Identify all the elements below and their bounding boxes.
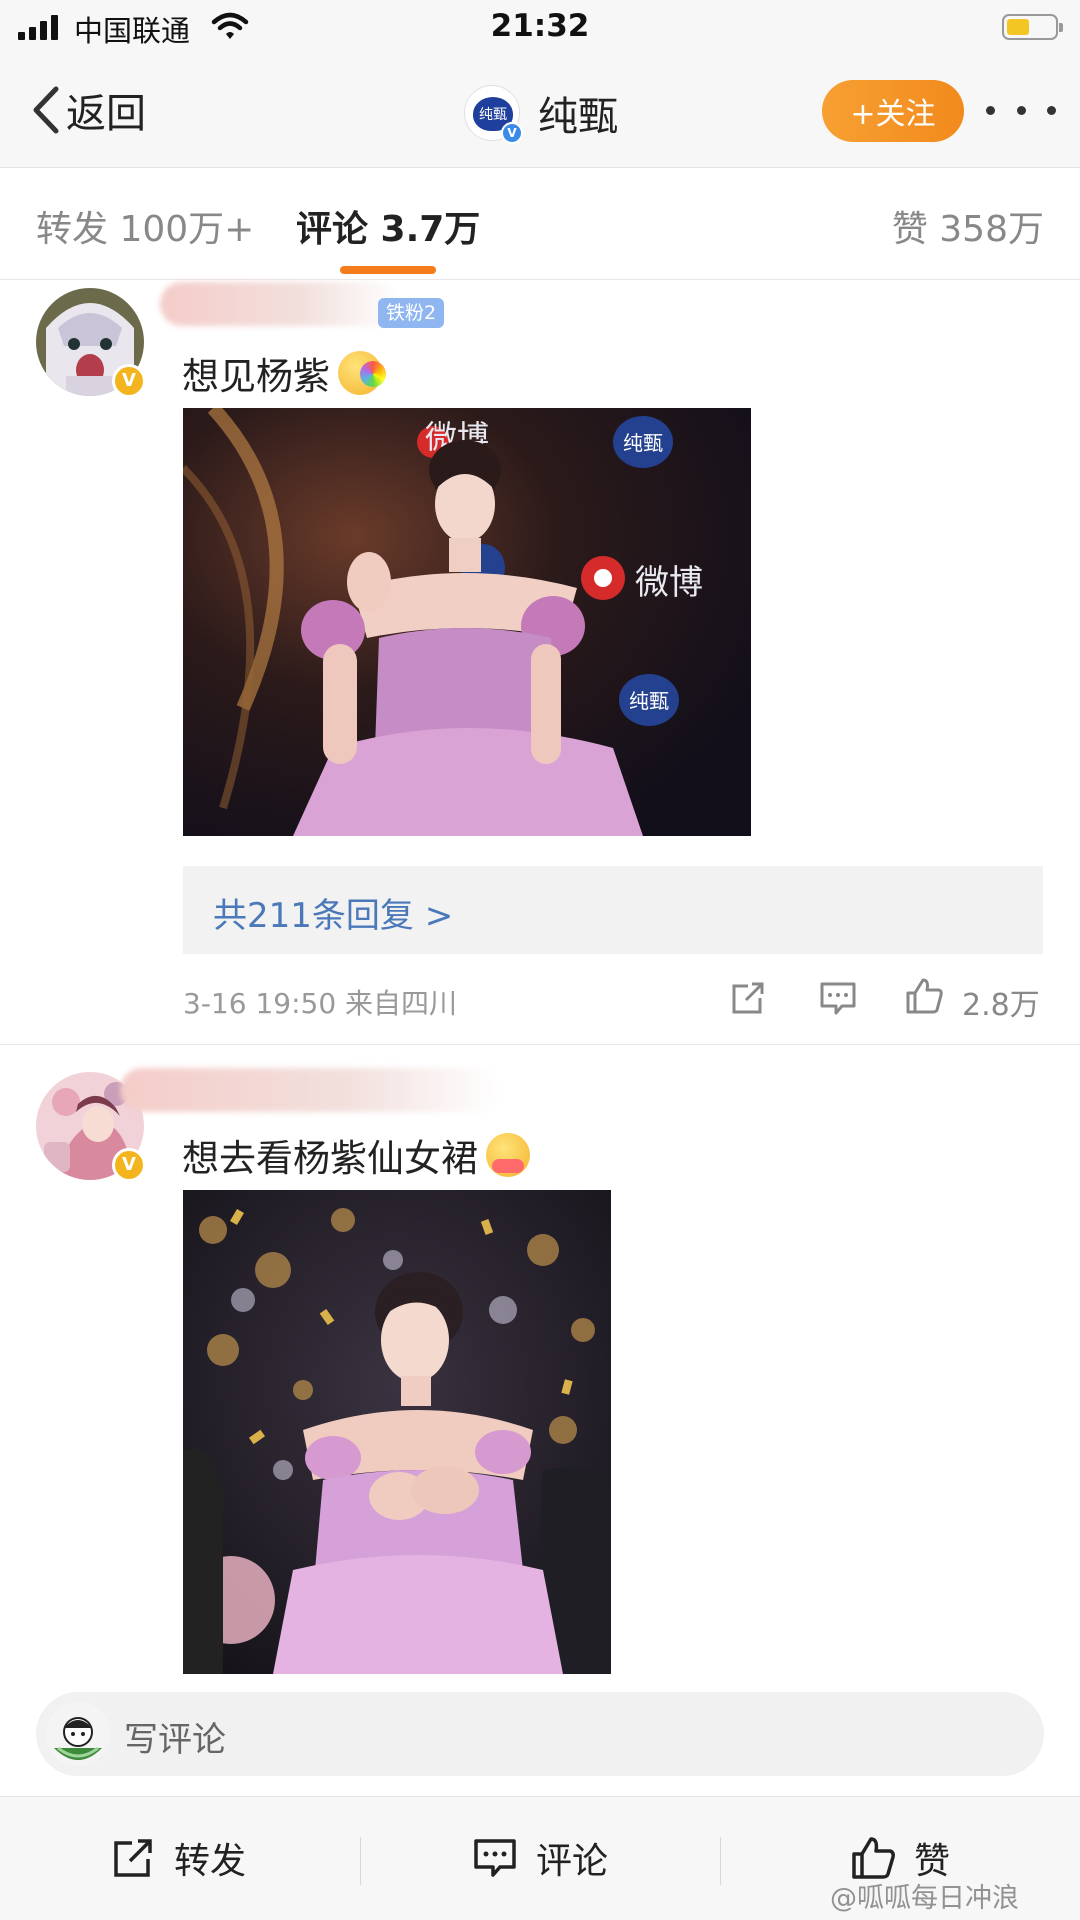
comment-text-content: 想见杨紫 <box>182 355 330 398</box>
write-comment-input[interactable]: 写评论 <box>36 1692 1044 1776</box>
comment-item: V 铁粉2 想见杨紫 微博 微博 纯甄 纯甄 共211条回复 > 3-16 19… <box>0 280 1080 1044</box>
chevron-left-icon <box>33 86 59 134</box>
toolbar-separator <box>360 1837 361 1885</box>
replies-count-label: 共211条回复 > <box>213 896 454 936</box>
verified-badge-icon: V <box>112 364 146 398</box>
verified-badge-icon: V <box>112 1148 146 1182</box>
active-tab-indicator <box>340 266 436 274</box>
tab-reposts[interactable]: 转发 100万+ <box>36 200 254 252</box>
share-icon <box>114 1839 152 1877</box>
verified-badge-icon: V <box>501 122 523 144</box>
account-avatar[interactable]: 纯甄 V <box>464 85 523 144</box>
like-count: 2.8万 <box>962 988 1040 1023</box>
repost-button[interactable]: 转发 <box>110 1831 246 1885</box>
blurred-username <box>160 282 400 326</box>
comment-image[interactable]: 微博 微博 纯甄 纯甄 <box>183 408 751 836</box>
clock: 21:32 <box>490 8 590 44</box>
comment-label: 评论 <box>536 1841 609 1882</box>
comment-icon <box>474 1839 516 1877</box>
back-button[interactable]: 返回 <box>28 80 146 140</box>
account-header[interactable]: 纯甄 V 纯甄 <box>464 84 618 144</box>
my-avatar <box>46 1702 110 1766</box>
post-stats-tabs: 转发 100万+ 评论 3.7万 赞 358万 <box>0 168 1080 280</box>
weibo-watermark: @呱呱每日冲浪 <box>830 1883 1019 1914</box>
battery-icon <box>1002 14 1063 40</box>
comment-text: 想见杨紫 <box>182 346 386 400</box>
account-name: 纯甄 <box>538 94 618 140</box>
comment-text: 想去看杨紫仙女裙 <box>182 1128 530 1182</box>
comment-image[interactable] <box>183 1190 611 1674</box>
photo-watermark-brand: 纯甄 <box>623 431 663 455</box>
write-comment-placeholder: 写评论 <box>124 1720 226 1760</box>
fan-level-badge: 铁粉2 <box>378 298 445 328</box>
like-icon[interactable] <box>904 976 944 1016</box>
view-replies-link[interactable]: 共211条回复 > <box>183 866 1043 954</box>
nav-bar: 返回 纯甄 V 纯甄 +关注 <box>0 56 1080 168</box>
hug-emoji-icon <box>486 1133 530 1177</box>
share-icon[interactable] <box>728 978 768 1018</box>
follow-button[interactable]: +关注 <box>822 80 964 142</box>
tab-likes[interactable]: 赞 358万 <box>892 200 1044 252</box>
blurred-username <box>120 1068 500 1112</box>
more-options-button[interactable] <box>986 90 1056 130</box>
comment-divider <box>0 1044 1080 1045</box>
comment-item: V 想去看杨紫仙女裙 <box>0 1064 1080 1674</box>
comment-text-content: 想去看杨紫仙女裙 <box>182 1137 478 1180</box>
rainbow-kiss-emoji-icon <box>338 351 386 395</box>
like-icon <box>852 1837 895 1879</box>
comment-timestamp: 3-16 19:50 来自四川 <box>183 987 458 1020</box>
reply-icon[interactable] <box>818 978 858 1018</box>
commenter-avatar[interactable]: V <box>36 288 146 398</box>
repost-label: 转发 <box>174 1841 247 1882</box>
comment-button[interactable]: 评论 <box>472 1831 608 1885</box>
back-label: 返回 <box>66 91 146 137</box>
status-bar: 中国联通 21:32 <box>0 0 1080 56</box>
photo-watermark-weibo: 微博 <box>635 563 703 603</box>
tab-comments[interactable]: 评论 3.7万 <box>296 200 480 252</box>
photo-watermark-brand: 纯甄 <box>629 689 669 713</box>
toolbar-separator <box>720 1837 721 1885</box>
